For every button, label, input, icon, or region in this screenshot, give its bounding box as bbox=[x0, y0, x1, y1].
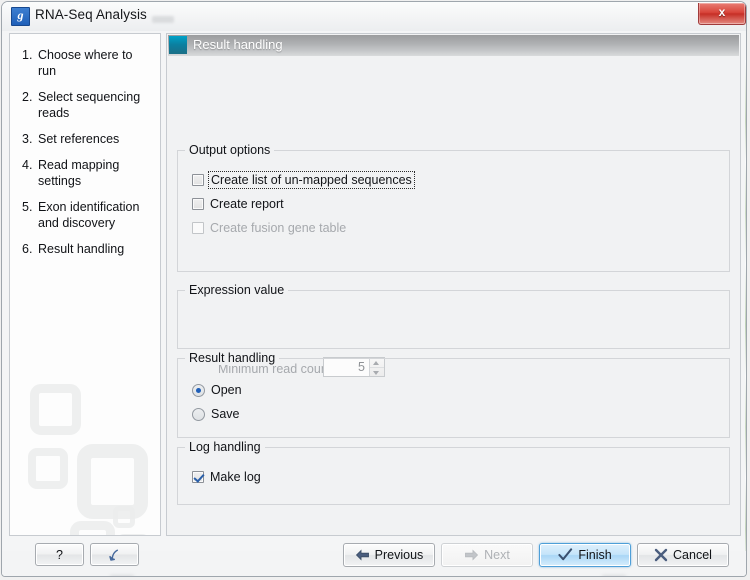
make-log-checkbox[interactable] bbox=[192, 471, 204, 483]
step-number: 6. bbox=[22, 242, 33, 256]
sidebar-step-3[interactable]: 3. Set references bbox=[10, 126, 160, 152]
create-fusion-gene-table-row: Create fusion gene table bbox=[192, 221, 346, 235]
finish-button-label: Finish bbox=[578, 548, 612, 562]
panel-header-icon bbox=[169, 36, 187, 54]
expression-value-legend: Expression value bbox=[185, 283, 289, 297]
dialog-body: 1. Choose where to run 2. Select sequenc… bbox=[2, 31, 746, 576]
title-bar: g RNA-Seq Analysis x bbox=[2, 2, 746, 31]
cancel-button-label: Cancel bbox=[673, 548, 712, 562]
watermark-square bbox=[30, 384, 81, 435]
sidebar-step-6[interactable]: 6. Result handling bbox=[10, 236, 160, 262]
question-mark-icon: ? bbox=[56, 547, 63, 562]
output-options-group: Output options Create list of un-mapped … bbox=[177, 143, 730, 377]
panel-header: Result handling bbox=[168, 35, 739, 56]
create-fusion-gene-table-checkbox bbox=[192, 222, 204, 234]
step-number: 2. bbox=[22, 90, 33, 104]
next-button-label: Next bbox=[484, 548, 510, 562]
watermark-square bbox=[113, 506, 135, 528]
wizard-step-list: 1. Choose where to run 2. Select sequenc… bbox=[9, 33, 161, 536]
help-button[interactable]: ? bbox=[35, 543, 84, 566]
expression-value-group: Expression value Expression value Genes:… bbox=[177, 283, 730, 576]
step-label: Select sequencing reads bbox=[38, 90, 141, 120]
sidebar-step-1[interactable]: 1. Choose where to run bbox=[10, 42, 160, 84]
sidebar-step-2[interactable]: 2. Select sequencing reads bbox=[10, 84, 160, 126]
window-edge-artifact bbox=[745, 60, 746, 570]
result-handling-save-radio[interactable] bbox=[192, 407, 205, 421]
previous-button[interactable]: Previous bbox=[343, 543, 435, 567]
cancel-button[interactable]: Cancel bbox=[637, 543, 729, 567]
sidebar-step-5[interactable]: 5. Exon identification and discovery bbox=[10, 194, 160, 236]
output-options-legend: Output options bbox=[185, 143, 275, 157]
previous-button-label: Previous bbox=[374, 548, 424, 562]
result-handling-group: Result handling Open Save bbox=[177, 351, 730, 438]
step-number: 3. bbox=[22, 132, 33, 146]
rna-seq-analysis-dialog: g RNA-Seq Analysis x 1. Choose where to … bbox=[1, 1, 747, 577]
result-handling-open-label: Open bbox=[211, 383, 242, 397]
arrow-left-icon bbox=[355, 549, 370, 561]
step-label: Result handling bbox=[38, 242, 125, 256]
result-handling-save-row[interactable]: Save bbox=[192, 407, 240, 421]
result-handling-legend: Result handling bbox=[185, 351, 280, 365]
make-log-row[interactable]: Make log bbox=[192, 470, 261, 484]
settings-panel: Result handling Output options Create li… bbox=[166, 33, 741, 576]
create-report-checkbox[interactable] bbox=[192, 198, 204, 210]
app-logo-icon: g bbox=[11, 7, 30, 26]
finish-button[interactable]: Finish bbox=[539, 543, 631, 567]
bottom-artifact bbox=[110, 575, 134, 576]
watermark-square bbox=[28, 448, 68, 489]
bottom-artifact bbox=[602, 575, 626, 576]
create-report-label: Create report bbox=[210, 197, 284, 211]
close-icon: x bbox=[718, 5, 726, 19]
create-unmapped-list-row[interactable]: Create list of un-mapped sequences bbox=[192, 171, 415, 189]
dialog-screenshot: g RNA-Seq Analysis x 1. Choose where to … bbox=[0, 0, 750, 580]
step-label: Set references bbox=[38, 132, 120, 146]
result-handling-save-label: Save bbox=[211, 407, 240, 421]
step-number: 1. bbox=[22, 48, 33, 62]
step-number: 5. bbox=[22, 200, 33, 214]
create-unmapped-list-checkbox[interactable] bbox=[192, 174, 204, 186]
log-handling-legend: Log handling bbox=[185, 440, 265, 454]
watermark-square bbox=[116, 534, 150, 535]
result-handling-open-row[interactable]: Open bbox=[192, 383, 242, 397]
window-title: RNA-Seq Analysis bbox=[35, 7, 147, 22]
checkmark-icon bbox=[558, 548, 573, 562]
close-x-icon bbox=[654, 548, 668, 562]
step-label: Read mapping settings bbox=[38, 158, 120, 188]
create-unmapped-list-label: Create list of un-mapped sequences bbox=[208, 171, 415, 189]
undo-arrow-icon bbox=[107, 547, 122, 562]
title-bar-artifact bbox=[152, 16, 174, 23]
steps-container: 1. Choose where to run 2. Select sequenc… bbox=[10, 42, 160, 262]
result-handling-open-radio[interactable] bbox=[192, 383, 205, 397]
log-handling-group: Log handling Make log bbox=[177, 440, 730, 505]
watermark-square bbox=[77, 444, 148, 519]
panel-title: Result handling bbox=[193, 37, 283, 52]
create-report-row[interactable]: Create report bbox=[192, 197, 284, 211]
step-number: 4. bbox=[22, 158, 33, 172]
close-button[interactable]: x bbox=[698, 3, 746, 25]
next-button: Next bbox=[441, 543, 533, 567]
step-label: Choose where to run bbox=[38, 48, 133, 78]
arrow-right-icon bbox=[464, 549, 479, 561]
watermark-square bbox=[70, 521, 115, 535]
sidebar-step-4[interactable]: 4. Read mapping settings bbox=[10, 152, 160, 194]
create-fusion-gene-table-label: Create fusion gene table bbox=[210, 221, 347, 235]
make-log-label: Make log bbox=[210, 470, 261, 484]
step-label: Exon identification and discovery bbox=[38, 200, 140, 230]
reset-button[interactable] bbox=[90, 543, 139, 566]
